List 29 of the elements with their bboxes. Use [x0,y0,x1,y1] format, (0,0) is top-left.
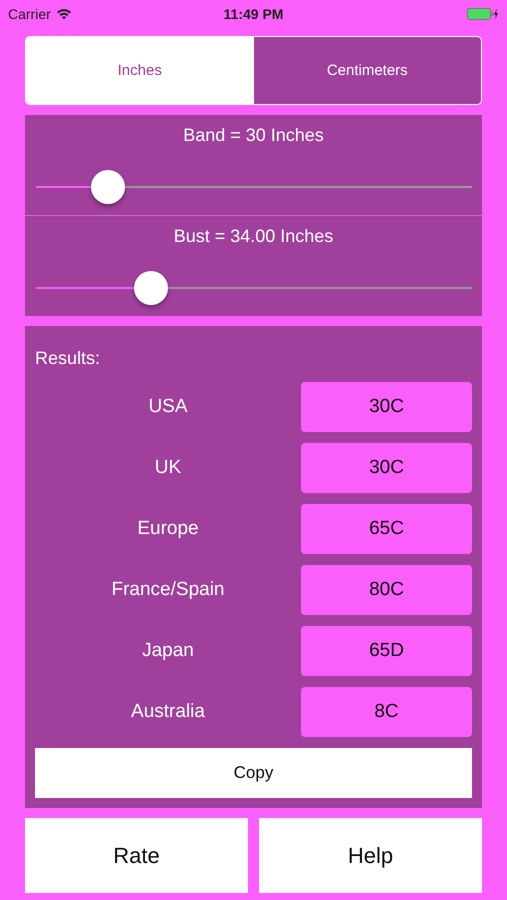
action-button[interactable]: Help [259,818,482,893]
results-title: Results: [35,348,100,369]
slider-label: Band = 30 Inches [183,125,324,146]
slider-thumb[interactable] [134,271,168,305]
region-label: Japan [142,640,194,662]
battery-icon [467,7,499,21]
slider-track[interactable] [36,170,472,204]
region-label: Australia [131,701,205,723]
size-result: 65C [301,504,472,554]
slider-track[interactable] [36,271,472,305]
size-result: 30C [301,382,472,432]
size-result: 65D [301,626,472,676]
slider-thumb[interactable] [91,170,126,204]
region-label: Europe [137,518,199,540]
region-label: France/Spain [111,579,224,601]
carrier-name: Carrier [8,6,51,22]
region-label: UK [154,457,182,479]
unit-tab[interactable]: Inches [26,37,254,104]
slider-label: Bust = 34.00 Inches [174,226,334,247]
unit-tab[interactable]: Centimeters [254,37,481,104]
region-label: USA [148,396,188,418]
size-result: 80C [301,565,472,615]
unit-segmented-control[interactable]: Inches Centimeters [25,36,482,105]
copy-button[interactable]: Copy [35,748,472,798]
clock-time: 11:49 PM [224,6,284,22]
size-result: 8C [301,687,472,737]
action-button[interactable]: Rate [25,818,248,893]
size-result: 30C [301,443,472,493]
wifi-icon [56,8,72,20]
